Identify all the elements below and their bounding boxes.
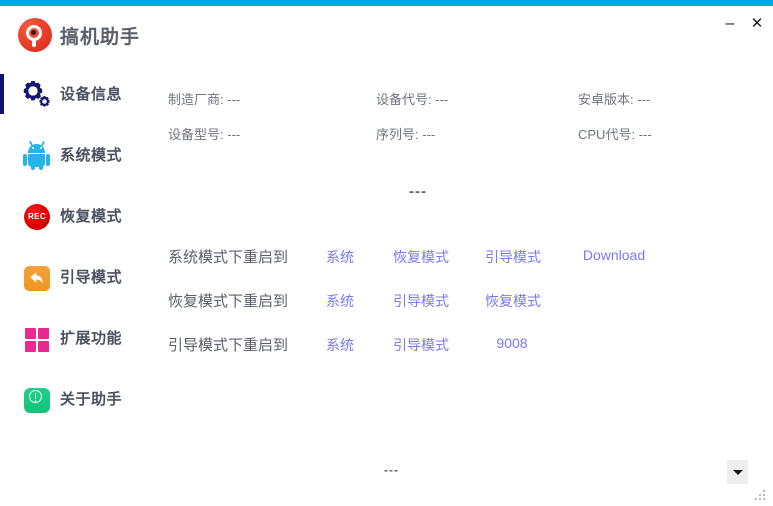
app-window: 搞机助手 – ✕ 设备信息 系统模式 REC 恢复模式 引导模式 扩展功能 关于… (0, 0, 773, 506)
sidebar-item-label: 恢复模式 (60, 208, 123, 225)
sidebar-item-about[interactable]: 关于助手 (0, 375, 150, 423)
info-exclaim-icon (22, 385, 52, 415)
reboot-row-from-system: 系统模式下重启到 系统 恢复模式 引导模式 Download (151, 242, 773, 274)
sidebar-item-label: 引导模式 (60, 269, 123, 286)
sidebar-item-recovery-mode[interactable]: REC 恢复模式 (0, 192, 150, 240)
reboot-row-from-recovery: 恢复模式下重启到 系统 引导模式 恢复模式 (151, 286, 773, 318)
reboot-row-label: 系统模式下重启到 (168, 249, 289, 266)
field-manufacturer: 制造厂商: --- (168, 89, 240, 108)
app-title: 搞机助手 (60, 27, 141, 48)
reboot-link-system[interactable]: 系统 (316, 291, 364, 311)
field-value: --- (227, 92, 241, 107)
field-label: 安卓版本: (578, 92, 634, 107)
sidebar-item-label: 设备信息 (60, 86, 123, 103)
mode-dropdown-button[interactable] (727, 460, 748, 484)
device-status-text: --- (409, 183, 427, 200)
field-label: 制造厂商: (168, 92, 224, 107)
rec-icon: REC (22, 202, 52, 232)
reboot-link-download[interactable]: Download (571, 247, 657, 263)
reboot-link-system[interactable]: 系统 (316, 335, 364, 355)
sidebar-item-system-mode[interactable]: 系统模式 (0, 131, 150, 179)
minimize-button[interactable]: – (717, 12, 743, 36)
reboot-row-label: 引导模式下重启到 (168, 337, 289, 354)
android-robot-icon (22, 140, 52, 171)
reboot-link-9008[interactable]: 9008 (482, 335, 542, 351)
close-button[interactable]: ✕ (744, 12, 770, 36)
resize-grip-icon[interactable] (755, 490, 768, 503)
reboot-link-recovery[interactable]: 恢复模式 (383, 247, 459, 267)
main-content: 制造厂商: --- 设备代号: --- 安卓版本: --- 设备型号: --- … (151, 58, 773, 506)
reboot-link-bootloader[interactable]: 引导模式 (383, 335, 459, 355)
field-label: CPU代号: (578, 127, 636, 142)
active-indicator (0, 74, 4, 114)
gear-icon (22, 80, 52, 110)
sidebar: 设备信息 系统模式 REC 恢复模式 引导模式 扩展功能 关于助手 (0, 58, 150, 506)
sidebar-item-device-info[interactable]: 设备信息 (0, 70, 150, 118)
field-label: 序列号: (376, 127, 419, 142)
field-value: --- (435, 92, 449, 107)
sidebar-item-extensions[interactable]: 扩展功能 (0, 314, 150, 362)
field-label: 设备代号: (376, 92, 432, 107)
field-cpu-codename: CPU代号: --- (578, 124, 652, 143)
field-value: --- (637, 92, 651, 107)
app-logo-icon (18, 18, 52, 52)
rec-icon-text: REC (24, 204, 50, 230)
chevron-down-icon (733, 470, 743, 475)
footer-status-text: --- (384, 463, 399, 477)
reboot-row-from-bootloader: 引导模式下重启到 系统 引导模式 9008 (151, 330, 773, 362)
reboot-link-system[interactable]: 系统 (316, 247, 364, 267)
reboot-row-label: 恢复模式下重启到 (168, 293, 289, 310)
sidebar-item-label: 扩展功能 (60, 330, 123, 347)
back-arrow-icon (22, 263, 52, 293)
reboot-link-bootloader[interactable]: 引导模式 (475, 247, 551, 267)
field-value: --- (227, 127, 241, 142)
field-value: --- (638, 127, 652, 142)
reboot-link-bootloader[interactable]: 引导模式 (383, 291, 459, 311)
title-bar[interactable]: 搞机助手 – ✕ (0, 6, 773, 58)
field-android-version: 安卓版本: --- (578, 89, 650, 108)
field-device-model: 设备型号: --- (168, 124, 240, 143)
field-label: 设备型号: (168, 127, 224, 142)
field-device-codename: 设备代号: --- (376, 89, 448, 108)
sidebar-item-label: 关于助手 (60, 391, 123, 408)
sidebar-item-bootloader-mode[interactable]: 引导模式 (0, 253, 150, 301)
grid-squares-icon (22, 324, 52, 354)
reboot-link-recovery[interactable]: 恢复模式 (475, 291, 551, 311)
sidebar-item-label: 系统模式 (60, 147, 123, 164)
field-value: --- (422, 127, 436, 142)
field-serial-number: 序列号: --- (376, 124, 435, 143)
